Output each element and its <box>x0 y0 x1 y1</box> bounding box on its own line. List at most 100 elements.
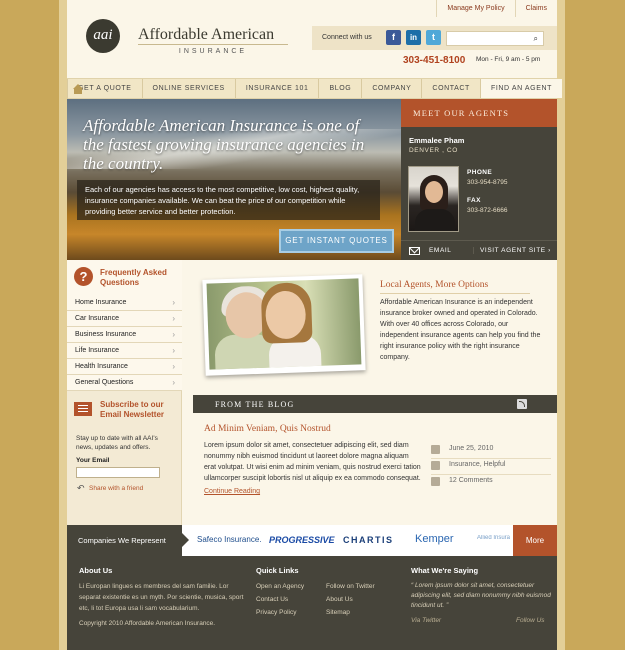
page: Manage My Policy Claims aai Affordable A… <box>67 0 563 650</box>
continue-reading-link[interactable]: Continue Reading <box>204 488 260 495</box>
newsletter-icon <box>74 402 92 416</box>
progressive-logo[interactable]: PROGRESSIVE <box>269 535 335 545</box>
local-agents-text: Affordable American Insurance is an inde… <box>380 299 541 361</box>
share-with-friend-link[interactable]: Share with a friend <box>89 485 143 492</box>
chevron-right-icon: › <box>172 362 175 371</box>
hero-title: Affordable American Insurance is one of … <box>83 116 365 173</box>
follow-us-link[interactable]: Follow Us <box>516 617 545 624</box>
sitemap-link[interactable]: Sitemap <box>326 609 350 616</box>
logo-mark[interactable]: aai <box>86 19 120 53</box>
list-item-label: Home Insurance <box>75 299 127 306</box>
email-field[interactable] <box>76 467 160 478</box>
family-photo <box>202 274 366 376</box>
post-comments: 12 Comments <box>431 476 551 491</box>
agent-email-link[interactable]: EMAIL <box>429 247 452 254</box>
nav-online-services[interactable]: ONLINE SERVICES <box>143 79 236 98</box>
connect-label: Connect with us <box>322 34 372 41</box>
chevron-right-icon: › <box>172 314 175 323</box>
follow-twitter-link[interactable]: Follow on Twitter <box>326 583 375 590</box>
nav-contact[interactable]: CONTACT <box>422 79 481 98</box>
kemper-logo[interactable]: Kemper <box>415 533 454 545</box>
agent-location: DENVER , CO <box>409 147 458 154</box>
facebook-icon[interactable]: f <box>386 30 401 45</box>
agent-fax: 303-872-6666 <box>467 207 508 214</box>
top-links: Manage My Policy Claims <box>436 0 557 17</box>
newsletter-title: Subscribe to our Email Newsletter <box>100 400 165 419</box>
left-border <box>59 0 67 650</box>
linkedin-icon[interactable]: in <box>406 30 421 45</box>
sidebar-item-health-insurance[interactable]: Health Insurance › <box>67 359 182 375</box>
nav-find-an-agent[interactable]: FIND AN AGENT <box>480 79 563 98</box>
post-tags: Insurance, Helpful <box>431 460 551 475</box>
agent-name: Emmalee Pham <box>409 136 465 145</box>
rss-icon[interactable] <box>517 399 527 409</box>
connect-bar: Connect with us f in t ⌕ <box>312 26 557 50</box>
phone-number: 303-451-8100 <box>403 55 466 66</box>
safeco-logo[interactable]: Safeco Insurance. <box>197 535 261 544</box>
chevron-right-icon: › <box>172 378 175 387</box>
search-icon[interactable]: ⌕ <box>534 34 538 44</box>
quick-links-heading: Quick Links <box>256 566 299 575</box>
post-tags-text[interactable]: Insurance, Helpful <box>449 461 505 468</box>
email-field-label: Your Email <box>76 457 110 464</box>
blog-header: FROM THE BLOG <box>193 395 557 413</box>
post-title[interactable]: Ad Minim Veniam, Quis Nostrud <box>204 424 331 434</box>
nav-company[interactable]: COMPANY <box>362 79 423 98</box>
tag-icon <box>431 461 440 470</box>
tweet-quote: “ Lorem ipsum dolor sit amet, consectetu… <box>411 581 551 611</box>
list-item-label: Car Insurance <box>75 315 119 322</box>
agent-phone: 303-954-8795 <box>467 179 508 186</box>
privacy-policy-link[interactable]: Privacy Policy <box>256 609 296 616</box>
logo-title[interactable]: Affordable American <box>138 26 274 44</box>
sidebar-item-car-insurance[interactable]: Car Insurance › <box>67 311 182 327</box>
chevron-right-icon: › <box>172 298 175 307</box>
local-agents-title: Local Agents, More Options <box>380 280 489 290</box>
post-comments-text[interactable]: 12 Comments <box>449 477 493 484</box>
faq-list: Home Insurance › Car Insurance › Business … <box>67 295 182 391</box>
agent-fax-label: FAX <box>467 197 481 204</box>
faq-header: ? Frequently Asked Questions <box>67 260 182 295</box>
about-us-heading: About Us <box>79 566 113 575</box>
close-quote-icon: ” <box>446 602 449 609</box>
post-excerpt: Lorem ipsum dolor sit amet, consectetuer… <box>204 442 421 482</box>
sidebar-item-business-insurance[interactable]: Business Insurance › <box>67 327 182 343</box>
visit-agent-site-label: VISIT AGENT SITE <box>480 247 546 254</box>
what-were-saying-heading: What We're Saying <box>411 566 479 575</box>
search-input[interactable]: ⌕ <box>446 31 544 46</box>
agent-phone-label: PHONE <box>467 169 493 176</box>
list-item-label: Health Insurance <box>75 363 128 370</box>
nav-insurance-101[interactable]: INSURANCE 101 <box>236 79 320 98</box>
home-icon[interactable] <box>67 79 83 99</box>
faq-title: Frequently Asked Questions <box>100 268 167 287</box>
about-us-link[interactable]: About Us <box>326 596 353 603</box>
mail-icon <box>409 247 420 255</box>
question-icon: ? <box>74 267 93 286</box>
newsletter-box: Subscribe to our Email Newsletter Stay u… <box>67 392 182 525</box>
more-companies-button[interactable]: More <box>513 525 557 556</box>
visit-agent-site-link[interactable]: VISIT AGENT SITE › <box>473 247 551 254</box>
get-instant-quotes-button[interactable]: GET INSTANT QUOTES <box>279 229 394 253</box>
nav-blog[interactable]: BLOG <box>319 79 363 98</box>
list-item-label: Life Insurance <box>75 347 119 354</box>
agent-photo <box>408 166 459 232</box>
copyright: Copyright 2010 Affordable American Insur… <box>79 620 216 627</box>
tweet-quote-text: Lorem ipsum dolor sit amet, consectetuer… <box>411 582 551 609</box>
open-agency-link[interactable]: Open an Agency <box>256 583 304 590</box>
open-quote-icon: “ <box>411 582 414 589</box>
main-nav: GET A QUOTE ONLINE SERVICES INSURANCE 10… <box>67 78 563 99</box>
sidebar-item-general-questions[interactable]: General Questions › <box>67 375 182 391</box>
logo-subtitle: INSURANCE <box>138 44 288 55</box>
chevron-right-icon: › <box>548 247 551 254</box>
sidebar-item-home-insurance[interactable]: Home Insurance › <box>67 295 182 311</box>
contact-us-link[interactable]: Contact Us <box>256 596 288 603</box>
allied-logo[interactable]: Allied Insura <box>477 535 511 541</box>
claims-link[interactable]: Claims <box>514 0 557 17</box>
via-twitter[interactable]: Via Twitter <box>411 617 441 624</box>
calendar-icon <box>431 445 440 454</box>
newsletter-text: Stay up to date with all AAI's news, upd… <box>76 435 158 451</box>
chartis-logo[interactable]: CHARTIS <box>343 535 394 545</box>
twitter-icon[interactable]: t <box>426 30 441 45</box>
sidebar-item-life-insurance[interactable]: Life Insurance › <box>67 343 182 359</box>
agent-actions: EMAIL VISIT AGENT SITE › <box>401 240 557 260</box>
manage-policy-link[interactable]: Manage My Policy <box>436 0 514 17</box>
